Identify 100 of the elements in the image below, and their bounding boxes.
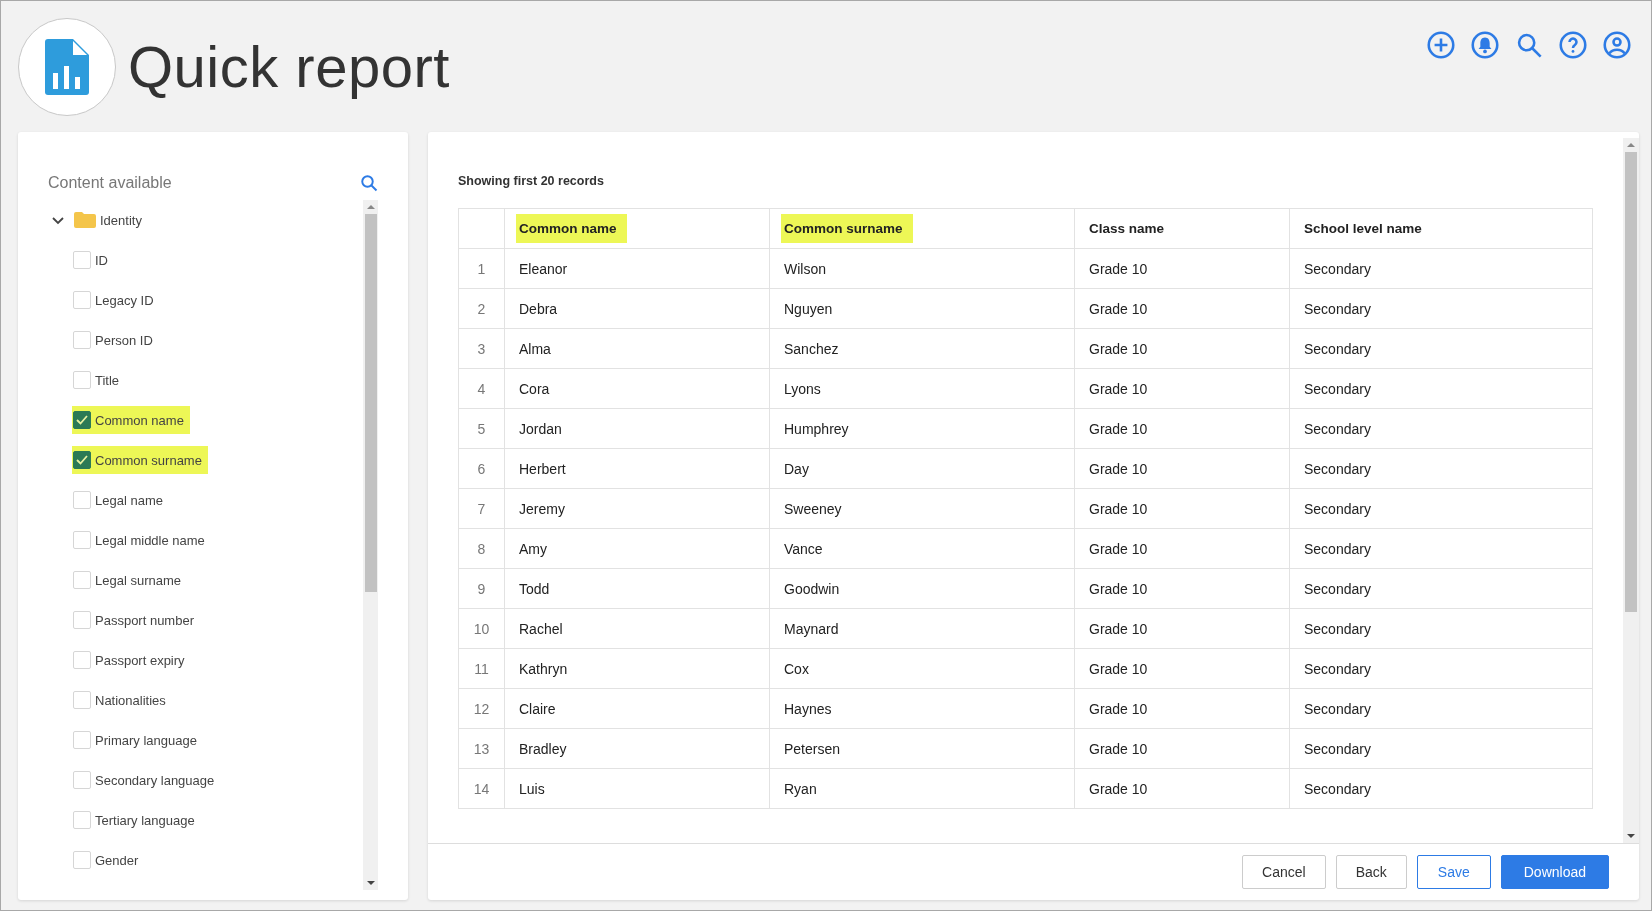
row-number: 2	[458, 288, 505, 329]
field-label[interactable]: Person ID	[95, 332, 153, 348]
row-number: 10	[458, 608, 505, 649]
row-number: 5	[458, 408, 505, 449]
row-number: 3	[458, 328, 505, 369]
field-label[interactable]: Secondary language	[95, 772, 215, 788]
row-number: 6	[458, 448, 505, 489]
table-cell: Sanchez	[769, 328, 1075, 369]
row-number: 13	[458, 728, 505, 769]
field-label[interactable]: Passport expiry	[95, 652, 185, 668]
table-cell: Secondary	[1289, 328, 1593, 369]
table-cell: Grade 10	[1074, 408, 1290, 449]
action-button[interactable]: Back	[1335, 855, 1407, 889]
table-cell: Grade 10	[1074, 248, 1290, 289]
table-cell: Grade 10	[1074, 608, 1290, 649]
field-label[interactable]: Tertiary language	[95, 812, 195, 828]
table-cell: Jeremy	[504, 488, 770, 529]
column-header: Common surname	[781, 214, 913, 243]
field-label[interactable]: Title	[95, 372, 120, 388]
table-cell: Vance	[769, 528, 1075, 569]
account-icon[interactable]	[1603, 31, 1631, 59]
table-cell: Grade 10	[1074, 328, 1290, 369]
table-cell: Grade 10	[1074, 528, 1290, 569]
table-cell: Grade 10	[1074, 488, 1290, 529]
field-label[interactable]: Legal name	[95, 492, 163, 508]
table-cell: Haynes	[769, 688, 1075, 729]
table-cell: Secondary	[1289, 568, 1593, 609]
table-cell: Secondary	[1289, 288, 1593, 329]
field-label[interactable]: Passport number	[95, 612, 194, 628]
field-label[interactable]: ID	[95, 252, 108, 268]
row-number: 9	[458, 568, 505, 609]
field-label[interactable]: Nationalities	[95, 692, 166, 708]
add-icon[interactable]	[1427, 31, 1455, 59]
table-cell: Grade 10	[1074, 648, 1290, 689]
table-cell: Goodwin	[769, 568, 1075, 609]
table-cell: Amy	[504, 528, 770, 569]
action-button[interactable]: Download	[1500, 855, 1609, 889]
report-file-icon	[45, 38, 89, 95]
column-header: School level name	[1303, 220, 1423, 238]
page-title: Quick report	[128, 33, 450, 100]
column-header: Class name	[1088, 220, 1166, 238]
records-caption: Showing first 20 records	[458, 174, 605, 188]
search-icon[interactable]	[360, 174, 378, 192]
scrollbar[interactable]	[1623, 138, 1639, 843]
column-header: Common name	[516, 214, 627, 243]
action-button[interactable]: Cancel	[1242, 855, 1326, 889]
table-cell: Secondary	[1289, 608, 1593, 649]
table-cell: Grade 10	[1074, 688, 1290, 729]
notifications-icon[interactable]	[1471, 31, 1499, 59]
table-cell: Jordan	[504, 408, 770, 449]
caret-icon[interactable]	[52, 214, 64, 226]
table-cell: Secondary	[1289, 248, 1593, 289]
table-cell: Cox	[769, 648, 1075, 689]
table-cell: Luis	[504, 768, 770, 809]
row-number: 14	[458, 768, 505, 809]
table-cell: Secondary	[1289, 408, 1593, 449]
search-icon[interactable]	[1515, 31, 1543, 59]
row-number: 4	[458, 368, 505, 409]
row-number: 7	[458, 488, 505, 529]
table-cell: Maynard	[769, 608, 1075, 649]
table-cell: Rachel	[504, 608, 770, 649]
table-cell: Secondary	[1289, 768, 1593, 809]
folder-label[interactable]: Identity	[100, 212, 142, 228]
table-cell: Kathryn	[504, 648, 770, 689]
field-label[interactable]: Legal middle name	[95, 532, 205, 548]
table-cell: Todd	[504, 568, 770, 609]
table-cell: Alma	[504, 328, 770, 369]
table-cell: Grade 10	[1074, 368, 1290, 409]
table-cell: Grade 10	[1074, 728, 1290, 769]
field-label[interactable]: Legacy ID	[95, 292, 154, 308]
table-cell: Herbert	[504, 448, 770, 489]
table-cell: Secondary	[1289, 448, 1593, 489]
table-cell: Grade 10	[1074, 568, 1290, 609]
table-cell: Grade 10	[1074, 448, 1290, 489]
table-cell: Grade 10	[1074, 768, 1290, 809]
checkbox[interactable]	[73, 451, 91, 469]
table-cell: Secondary	[1289, 688, 1593, 729]
table-cell: Cora	[504, 368, 770, 409]
field-label[interactable]: Gender	[95, 852, 139, 868]
table-cell: Secondary	[1289, 368, 1593, 409]
table-cell: Eleanor	[504, 248, 770, 289]
field-label[interactable]: Primary language	[95, 732, 197, 748]
table-cell: Day	[769, 448, 1075, 489]
row-number: 1	[458, 248, 505, 289]
table-cell: Petersen	[769, 728, 1075, 769]
scrollbar[interactable]	[363, 200, 378, 890]
table-cell: Grade 10	[1074, 288, 1290, 329]
table-cell: Wilson	[769, 248, 1075, 289]
table-cell: Ryan	[769, 768, 1075, 809]
table-cell: Nguyen	[769, 288, 1075, 329]
row-number: 12	[458, 688, 505, 729]
help-icon[interactable]	[1559, 31, 1587, 59]
table-cell: Secondary	[1289, 528, 1593, 569]
table-cell: Humphrey	[769, 408, 1075, 449]
row-number: 8	[458, 528, 505, 569]
table-cell: Lyons	[769, 368, 1075, 409]
checkbox[interactable]	[73, 411, 91, 429]
action-button[interactable]: Save	[1416, 855, 1491, 889]
field-label[interactable]: Legal surname	[95, 572, 181, 588]
table-cell: Secondary	[1289, 488, 1593, 529]
